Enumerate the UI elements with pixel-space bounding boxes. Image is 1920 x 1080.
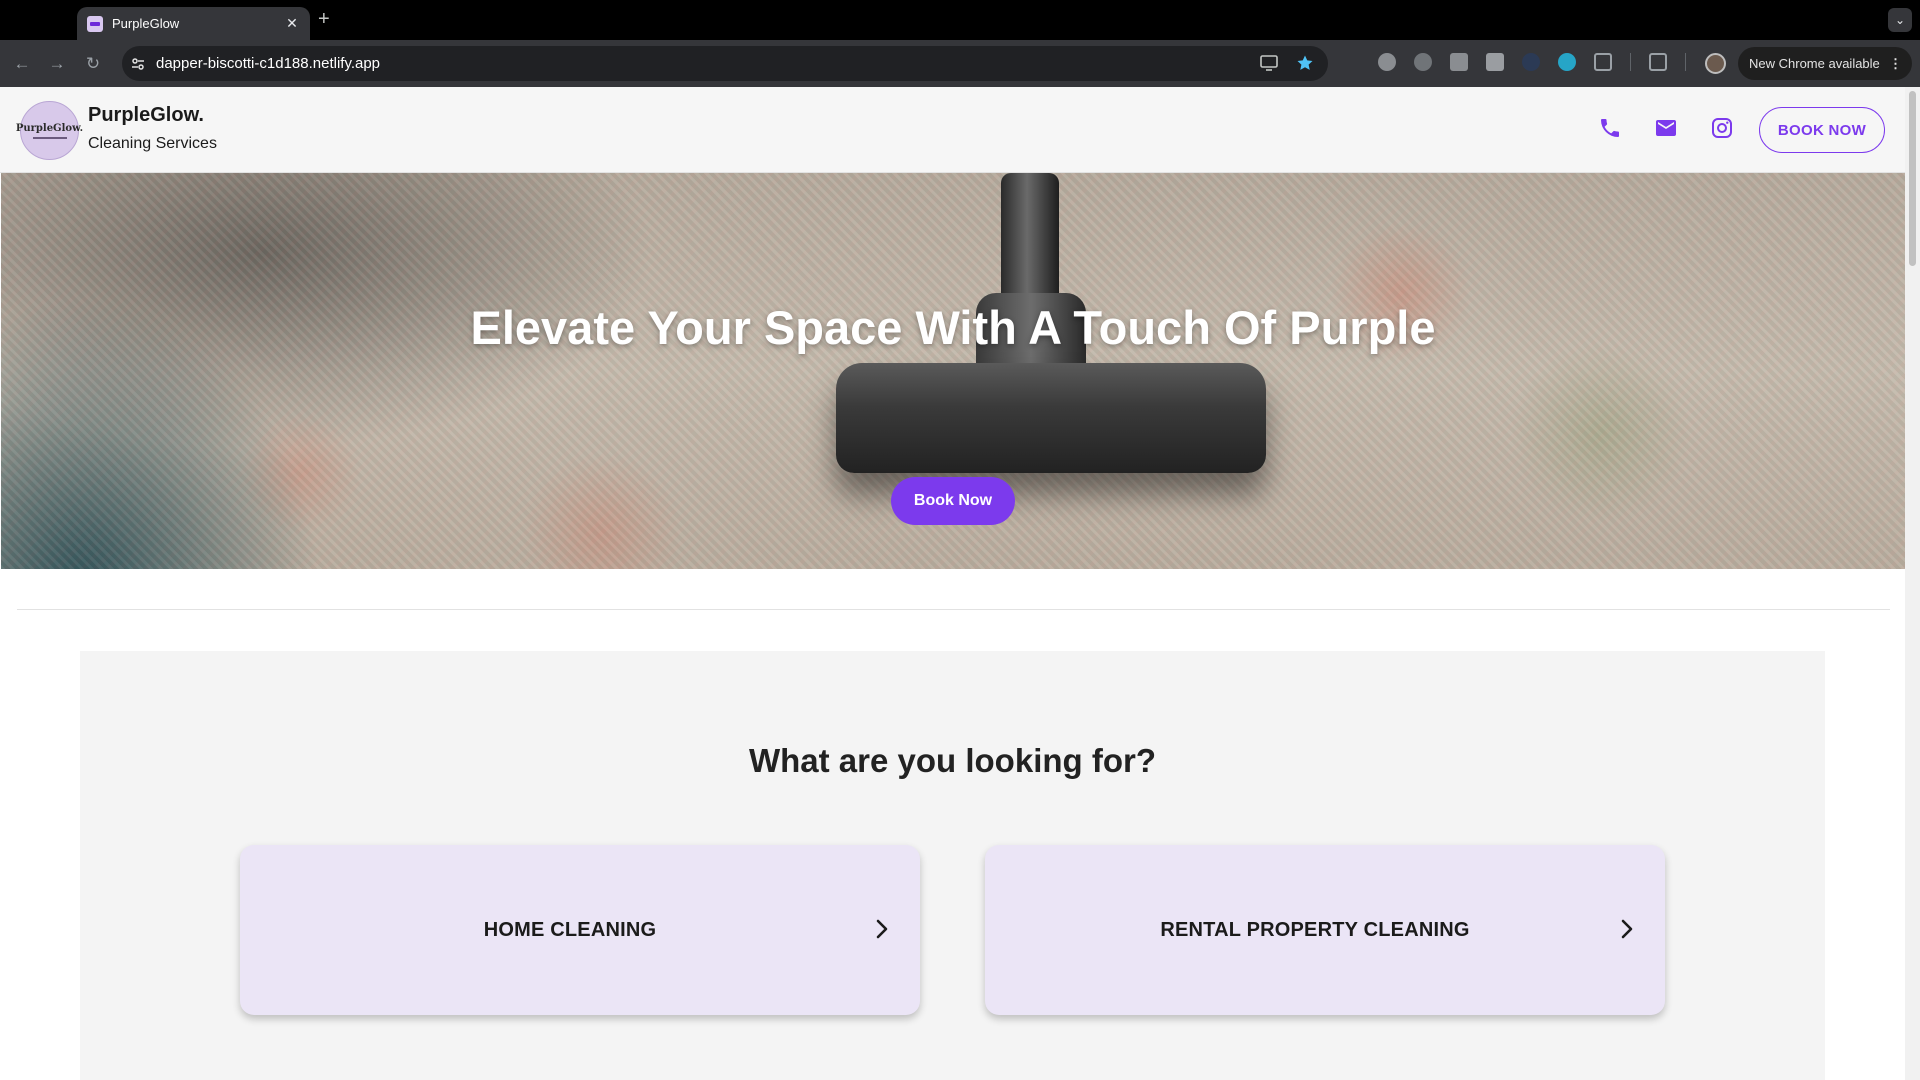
extension-icon[interactable] [1378, 53, 1396, 71]
site-favicon-icon [87, 15, 103, 32]
chrome-update-button[interactable]: New Chrome available ⋮ [1738, 47, 1912, 80]
menu-icon[interactable]: ⋮ [1889, 56, 1902, 72]
hero-title: Elevate Your Space With A Touch Of Purpl… [470, 301, 1436, 354]
forward-icon[interactable]: → [46, 53, 68, 75]
instagram-icon[interactable] [1710, 116, 1734, 140]
section-divider [17, 609, 1890, 610]
services-title: What are you looking for? [748, 742, 1156, 779]
address-bar[interactable]: dapper-biscotti-c1d188.netlify.app [122, 46, 1328, 81]
scrollbar-thumb[interactable] [1909, 91, 1916, 266]
site-header: PurpleGlow. PurpleGlow. Cleaning Service… [0, 87, 1905, 173]
reload-icon[interactable]: ↻ [82, 53, 104, 75]
bookmark-star-icon[interactable] [1296, 54, 1314, 72]
browser-tab-strip: PurpleGlow ✕ + ⌄ [0, 0, 1920, 40]
toolbar-divider [1630, 53, 1631, 71]
profile-avatar[interactable] [1705, 53, 1726, 74]
service-card-rental-property-cleaning[interactable]: RENTAL PROPERTY CLEANING [985, 845, 1665, 1015]
phone-icon[interactable] [1598, 116, 1622, 140]
extension-icon[interactable] [1450, 53, 1468, 71]
notion-extension-icon[interactable] [1486, 53, 1504, 71]
site-settings-icon[interactable] [130, 56, 146, 72]
hero-banner: Elevate Your Space With A Touch Of Purpl… [1, 173, 1905, 569]
logo-underline [32, 136, 67, 139]
tab-search-icon[interactable]: ⌄ [1888, 8, 1912, 32]
back-icon[interactable]: ← [11, 53, 33, 75]
service-card-home-cleaning[interactable]: HOME CLEANING [240, 845, 920, 1015]
service-card-label: RENTAL PROPERTY CLEANING [1160, 918, 1470, 941]
chevron-right-icon [1615, 917, 1639, 941]
brand-tagline: Cleaning Services [88, 135, 217, 152]
install-app-icon[interactable] [1260, 54, 1278, 72]
extensions-row [1378, 53, 1686, 71]
url-text: dapper-biscotti-c1d188.netlify.app [156, 55, 381, 72]
logo-text: PurpleGlow. [15, 122, 84, 134]
update-label: New Chrome available [1749, 56, 1880, 71]
extensions-puzzle-icon[interactable] [1594, 53, 1612, 71]
page-scrollbar[interactable] [1905, 87, 1920, 1080]
reading-list-icon[interactable] [1649, 53, 1667, 71]
vacuum-head-image [836, 363, 1266, 473]
browser-tab[interactable]: PurpleGlow ✕ [77, 7, 310, 40]
extension-icon[interactable] [1522, 53, 1540, 71]
chevron-right-icon [870, 917, 894, 941]
react-devtools-icon[interactable] [1558, 53, 1576, 71]
tab-title: PurpleGlow [112, 16, 180, 31]
toolbar-divider [1685, 53, 1686, 71]
brand-name: PurpleGlow. [88, 104, 204, 126]
extension-icon[interactable] [1414, 53, 1432, 71]
header-book-now-button[interactable]: BOOK NOW [1759, 107, 1885, 153]
hero-book-now-button[interactable]: Book Now [891, 477, 1015, 525]
mail-icon[interactable] [1654, 116, 1678, 140]
service-card-label: HOME CLEANING [483, 918, 657, 941]
tab-close-icon[interactable]: ✕ [284, 15, 300, 32]
new-tab-button[interactable]: + [318, 8, 330, 30]
brand-logo[interactable]: PurpleGlow. [16, 101, 83, 160]
browser-toolbar: ← → ↻ dapper-biscotti-c1d188.netlify.app… [0, 40, 1920, 87]
